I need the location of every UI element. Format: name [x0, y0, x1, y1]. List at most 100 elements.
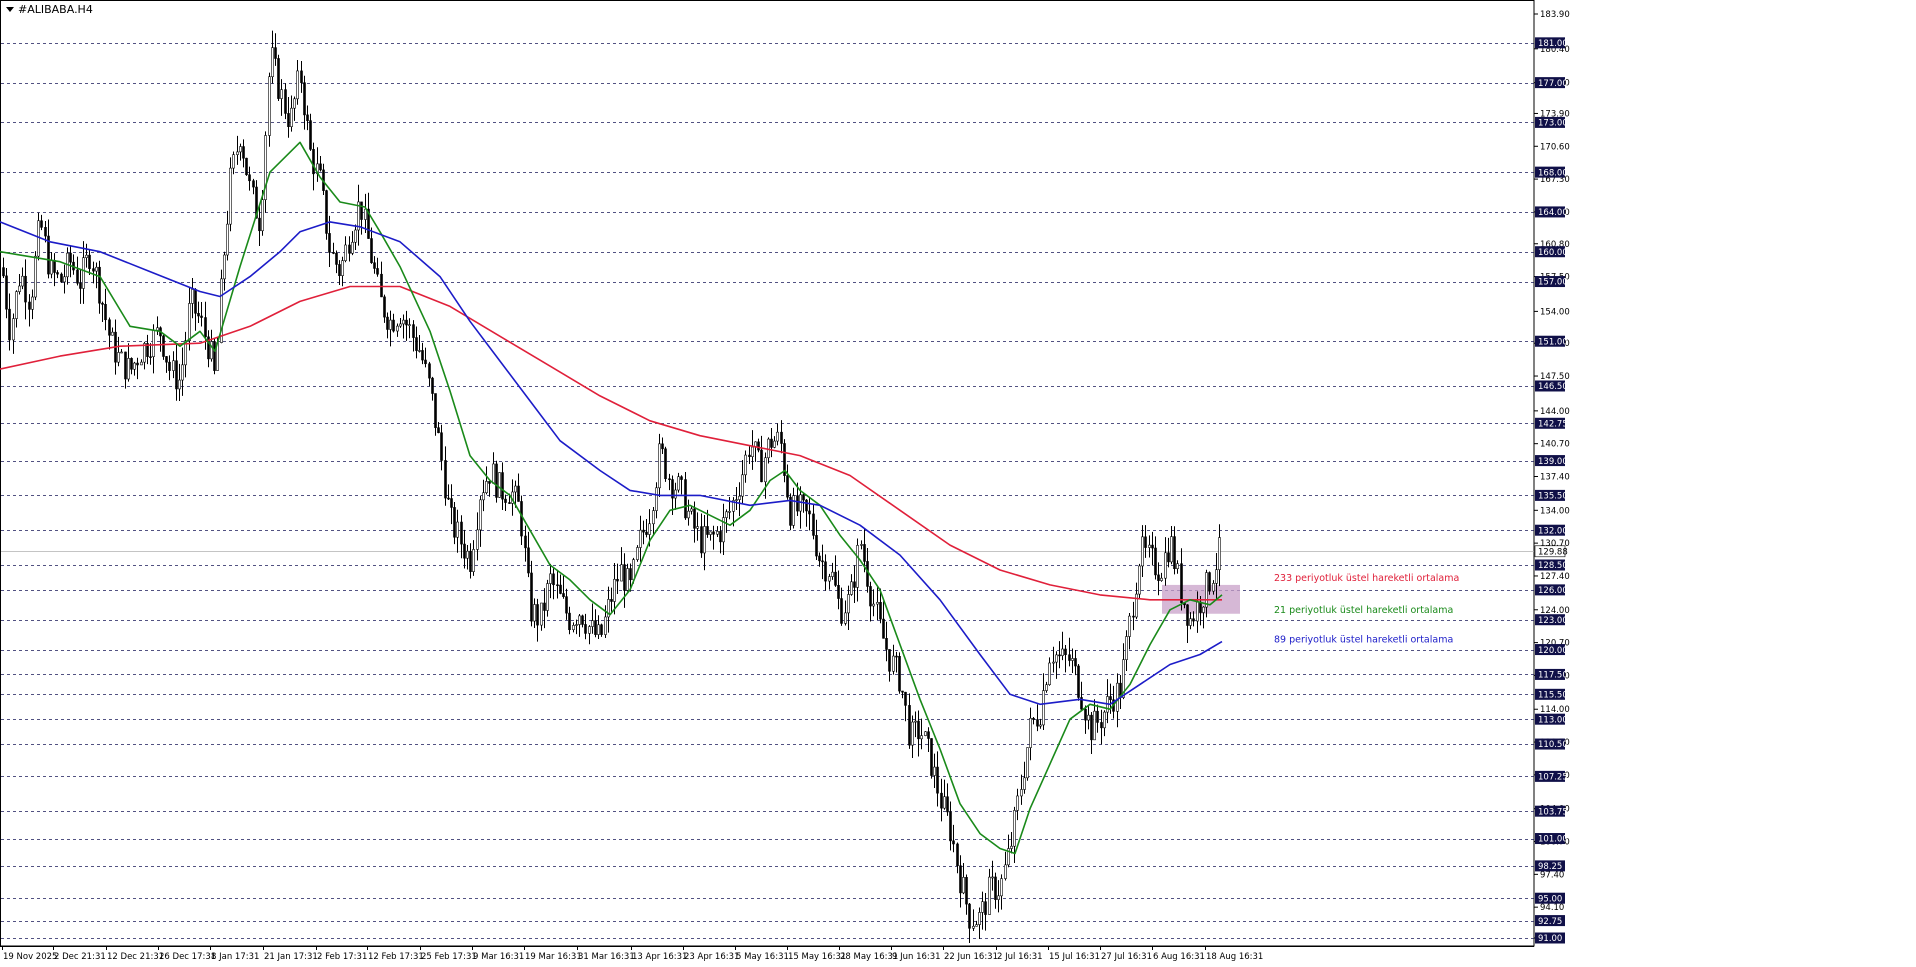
- candle-body: [594, 620, 597, 635]
- candle-body: [1093, 710, 1096, 741]
- candle-body: [773, 440, 776, 448]
- candle-body: [984, 901, 987, 915]
- candle-body: [1032, 717, 1035, 720]
- candle-body: [165, 356, 168, 363]
- ema-annotation: 21 periyotluk üstel hareketli ortalama: [1274, 605, 1453, 616]
- candle-body: [1096, 710, 1099, 723]
- candle-body: [108, 319, 111, 336]
- candle-body: [645, 531, 648, 535]
- candle-body: [1173, 536, 1176, 569]
- candle-body: [920, 735, 923, 740]
- candle-body: [31, 296, 34, 310]
- candle-body: [28, 301, 31, 310]
- candle-body: [396, 325, 399, 332]
- candle-body: [994, 876, 997, 900]
- candle-body: [559, 584, 562, 594]
- candle-body: [204, 317, 207, 338]
- candle-body: [840, 598, 843, 624]
- candle-body: [117, 352, 120, 363]
- x-tick-label: 9 Jun 16:31: [892, 952, 941, 962]
- candle-body: [872, 603, 875, 607]
- candle-body: [309, 120, 312, 150]
- candle-body: [498, 472, 501, 498]
- chart-title[interactable]: #ALIBABA.H4: [6, 3, 93, 16]
- x-tick-label: 15 Jul 16:31: [1049, 952, 1100, 962]
- price-tag-label: 126.00: [1538, 586, 1568, 596]
- x-tick-label: 12 Dec 21:31: [107, 952, 164, 962]
- price-tag-label: 98.25: [1538, 862, 1562, 872]
- candle-body: [482, 492, 485, 501]
- candle-body: [351, 241, 354, 254]
- candle-body: [1132, 615, 1135, 618]
- price-tag-label: 142.75: [1538, 419, 1568, 429]
- candle-body: [632, 559, 635, 581]
- x-tick-label: 22 Jun 16:31: [944, 952, 998, 962]
- candle-body: [69, 252, 72, 263]
- candle-body: [1036, 719, 1039, 727]
- candle-body: [1052, 661, 1055, 664]
- chevron-down-icon[interactable]: [6, 7, 14, 12]
- price-tag-label: 91.00: [1538, 934, 1562, 944]
- candle-body: [1138, 565, 1141, 595]
- candle-body: [680, 476, 683, 480]
- candle-body: [578, 615, 581, 625]
- candle-body: [111, 331, 114, 336]
- candle-body: [808, 510, 811, 515]
- candle-body: [882, 618, 885, 639]
- candle-body: [898, 655, 901, 692]
- candle-body: [812, 513, 815, 536]
- candle-body: [975, 924, 978, 927]
- candle-body: [168, 361, 171, 371]
- candle-body: [280, 89, 283, 99]
- candle-body: [370, 238, 373, 264]
- candle-body: [242, 146, 245, 159]
- candle-body: [245, 157, 248, 176]
- y-tick-label: 144.00: [1540, 407, 1570, 417]
- ema-annotation: 89 periyotluk üstel hareketli ortalama: [1274, 635, 1453, 646]
- candle-body: [271, 47, 274, 78]
- candle-body: [341, 260, 344, 276]
- candle-body: [152, 329, 155, 357]
- candle-body: [543, 602, 546, 611]
- candle-body: [252, 180, 255, 188]
- candle-body: [687, 510, 690, 519]
- candle-body: [575, 624, 578, 626]
- candle-body: [924, 731, 927, 736]
- candle-body: [437, 427, 440, 434]
- candle-body: [786, 475, 789, 498]
- candle-body: [1189, 618, 1192, 626]
- candle-body: [175, 360, 178, 390]
- candle-body: [415, 337, 418, 351]
- candle-body: [460, 521, 463, 545]
- candle-body: [50, 260, 53, 275]
- price-tag-label: 117.50: [1538, 671, 1568, 681]
- candle-body: [18, 285, 21, 292]
- y-tick-label: 183.90: [1540, 10, 1570, 20]
- candle-body: [418, 350, 421, 352]
- candle-body: [5, 275, 8, 310]
- price-tag-label: 160.00: [1538, 248, 1568, 258]
- candle-body: [1068, 654, 1071, 661]
- candle-body: [200, 315, 203, 318]
- candle-body: [1148, 544, 1151, 548]
- candle-body: [584, 624, 587, 634]
- chart-area[interactable]: 233 periyotluk üstel hareketli ortalama 2…: [0, 0, 1916, 963]
- candle-body: [908, 705, 911, 746]
- candle-body: [1071, 658, 1074, 661]
- candle-body: [1186, 604, 1189, 626]
- candle-body: [501, 472, 504, 500]
- candle-body: [623, 564, 626, 591]
- candle-body: [744, 454, 747, 476]
- candle-body: [709, 531, 712, 535]
- candle-body: [488, 481, 491, 484]
- x-tick-label: 2 Jul 16:31: [997, 952, 1043, 962]
- candle-body: [40, 220, 43, 228]
- candle-body: [648, 523, 651, 535]
- candle-body: [956, 843, 959, 867]
- candle-body: [620, 564, 623, 582]
- candlestick-chart[interactable]: 233 periyotluk üstel hareketli ortalama 2…: [0, 0, 1916, 963]
- candle-body: [1164, 552, 1167, 579]
- price-tag-label: 110.50: [1538, 740, 1568, 750]
- candle-body: [780, 431, 783, 444]
- candle-body: [21, 275, 24, 287]
